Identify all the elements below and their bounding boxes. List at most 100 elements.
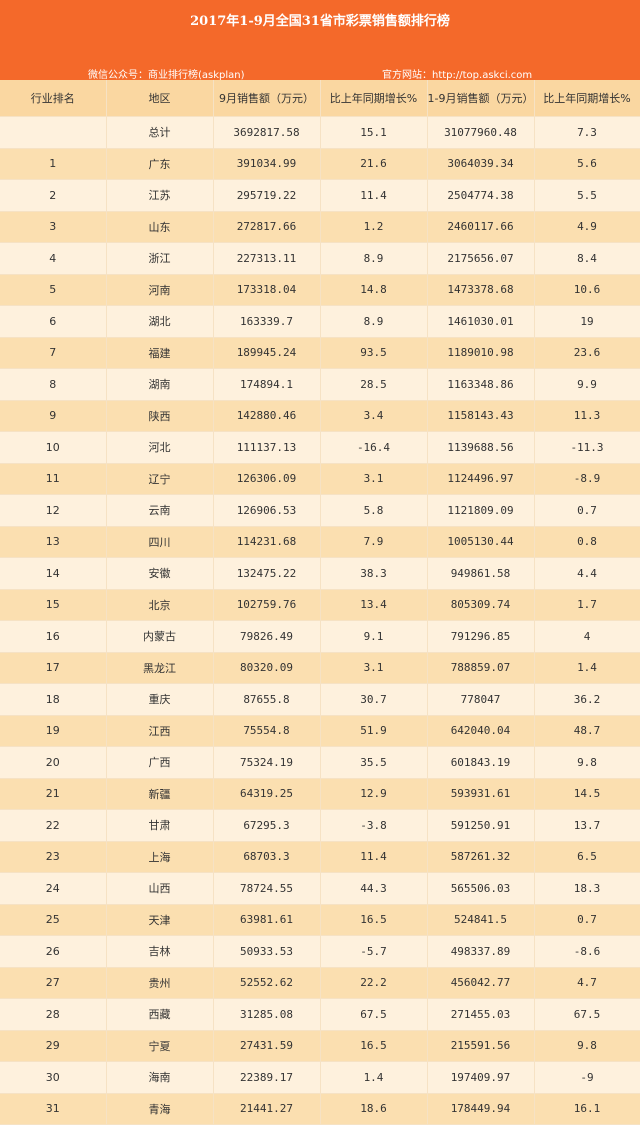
sep-growth-cell: 51.9: [320, 715, 428, 747]
rank-cell: 23: [0, 841, 107, 873]
sep-growth-cell: 67.5: [320, 998, 428, 1031]
ytd-sales-cell: 1005130.44: [427, 526, 535, 558]
sep-sales-cell: 111137.13: [213, 431, 321, 464]
table-row: 27 贵州 52552.62 22.2 456042.77 4.7: [0, 967, 640, 999]
region-cell: 黑龙江: [106, 652, 214, 684]
sep-sales-cell: 50933.53: [213, 935, 321, 968]
sep-growth-cell: 1.4: [320, 1061, 428, 1094]
sep-sales-cell: 163339.7: [213, 305, 321, 338]
ytd-sales-cell: 593931.61: [427, 778, 535, 810]
ytd-growth-cell: 0.8: [534, 526, 640, 558]
table-row: 总计 3692817.58 15.1 31077960.48 7.3: [0, 116, 640, 149]
rank-cell: 3: [0, 211, 107, 243]
table-row: 2 江苏 295719.22 11.4 2504774.38 5.5: [0, 179, 640, 212]
rank-cell: 5: [0, 274, 107, 306]
ytd-growth-cell: 1.4: [534, 652, 640, 684]
rank-cell: 21: [0, 778, 107, 810]
ytd-sales-cell: 587261.32: [427, 841, 535, 873]
sep-sales-cell: 142880.46: [213, 400, 321, 432]
table-row: 17 黑龙江 80320.09 3.1 788859.07 1.4: [0, 652, 640, 684]
rank-cell: 17: [0, 652, 107, 684]
sep-sales-cell: 126906.53: [213, 494, 321, 527]
ytd-sales-cell: 1473378.68: [427, 274, 535, 306]
ytd-growth-cell: 48.7: [534, 715, 640, 747]
ytd-sales-cell: 2460117.66: [427, 211, 535, 243]
region-cell: 云南: [106, 494, 214, 527]
sep-growth-cell: 16.5: [320, 904, 428, 936]
sep-sales-cell: 21441.27: [213, 1093, 321, 1125]
sep-growth-cell: 28.5: [320, 368, 428, 401]
table-row: 3 山东 272817.66 1.2 2460117.66 4.9: [0, 211, 640, 243]
table-row: 26 吉林 50933.53 -5.7 498337.89 -8.6: [0, 935, 640, 968]
sep-sales-cell: 102759.76: [213, 589, 321, 621]
ytd-sales-cell: 2504774.38: [427, 179, 535, 212]
ytd-growth-cell: 5.5: [534, 179, 640, 212]
sep-growth-cell: 5.8: [320, 494, 428, 527]
ytd-growth-cell: 9.9: [534, 368, 640, 401]
sep-growth-cell: 3.1: [320, 463, 428, 495]
rank-cell: 2: [0, 179, 107, 212]
region-cell: 总计: [106, 116, 214, 149]
sep-sales-cell: 391034.99: [213, 148, 321, 180]
col-header-rank: 行业排名: [0, 80, 107, 117]
ytd-sales-cell: 3064039.34: [427, 148, 535, 180]
ytd-sales-cell: 456042.77: [427, 967, 535, 999]
ytd-growth-cell: -8.9: [534, 463, 640, 495]
ytd-growth-cell: 4.4: [534, 557, 640, 590]
ytd-sales-cell: 524841.5: [427, 904, 535, 936]
table-row: 12 云南 126906.53 5.8 1121809.09 0.7: [0, 494, 640, 527]
region-cell: 山东: [106, 211, 214, 243]
sep-sales-cell: 63981.61: [213, 904, 321, 936]
region-cell: 甘肃: [106, 809, 214, 842]
ytd-growth-cell: 4: [534, 620, 640, 653]
ytd-sales-cell: 271455.03: [427, 998, 535, 1031]
ytd-sales-cell: 1189010.98: [427, 337, 535, 369]
sep-growth-cell: 21.6: [320, 148, 428, 180]
ytd-growth-cell: 11.3: [534, 400, 640, 432]
region-cell: 河北: [106, 431, 214, 464]
sep-sales-cell: 3692817.58: [213, 116, 321, 149]
sep-growth-cell: 18.6: [320, 1093, 428, 1125]
ytd-growth-cell: 19: [534, 305, 640, 338]
sep-growth-cell: 12.9: [320, 778, 428, 810]
sep-growth-cell: 3.4: [320, 400, 428, 432]
col-header-ytd-sales: 1-9月销售额（万元）: [427, 80, 535, 117]
ytd-sales-cell: 1461030.01: [427, 305, 535, 338]
table-row: 24 山西 78724.55 44.3 565506.03 18.3: [0, 872, 640, 905]
region-cell: 广东: [106, 148, 214, 180]
page-title: 2017年1-9月全国31省市彩票销售额排行榜: [190, 14, 450, 29]
table-row: 13 四川 114231.68 7.9 1005130.44 0.8: [0, 526, 640, 558]
sales-ranking-table: 行业排名 地区 9月销售额（万元） 比上年同期增长% 1-9月销售额（万元） 比…: [0, 80, 640, 1125]
rank-cell: 16: [0, 620, 107, 653]
sep-growth-cell: 9.1: [320, 620, 428, 653]
sep-sales-cell: 27431.59: [213, 1030, 321, 1062]
rank-cell: 27: [0, 967, 107, 999]
ytd-growth-cell: 0.7: [534, 904, 640, 936]
ytd-sales-cell: 178449.94: [427, 1093, 535, 1125]
table-row: 22 甘肃 67295.3 -3.8 591250.91 13.7: [0, 809, 640, 842]
sep-sales-cell: 31285.08: [213, 998, 321, 1031]
col-header-region: 地区: [106, 80, 214, 117]
region-cell: 北京: [106, 589, 214, 621]
region-cell: 浙江: [106, 242, 214, 275]
rank-cell: 4: [0, 242, 107, 275]
sep-growth-cell: 8.9: [320, 305, 428, 338]
rank-cell: 14: [0, 557, 107, 590]
sep-sales-cell: 227313.11: [213, 242, 321, 275]
sep-growth-cell: 44.3: [320, 872, 428, 905]
region-cell: 福建: [106, 337, 214, 369]
table-row: 11 辽宁 126306.09 3.1 1124496.97 -8.9: [0, 463, 640, 495]
ytd-sales-cell: 197409.97: [427, 1061, 535, 1094]
sep-growth-cell: 15.1: [320, 116, 428, 149]
table-row: 1 广东 391034.99 21.6 3064039.34 5.6: [0, 148, 640, 180]
rank-cell: 24: [0, 872, 107, 905]
ytd-sales-cell: 805309.74: [427, 589, 535, 621]
region-cell: 辽宁: [106, 463, 214, 495]
sep-sales-cell: 80320.09: [213, 652, 321, 684]
sep-growth-cell: -3.8: [320, 809, 428, 842]
sep-sales-cell: 295719.22: [213, 179, 321, 212]
rank-cell: 19: [0, 715, 107, 747]
table-row: 25 天津 63981.61 16.5 524841.5 0.7: [0, 904, 640, 936]
table-row: 19 江西 75554.8 51.9 642040.04 48.7: [0, 715, 640, 747]
rank-cell: 8: [0, 368, 107, 401]
